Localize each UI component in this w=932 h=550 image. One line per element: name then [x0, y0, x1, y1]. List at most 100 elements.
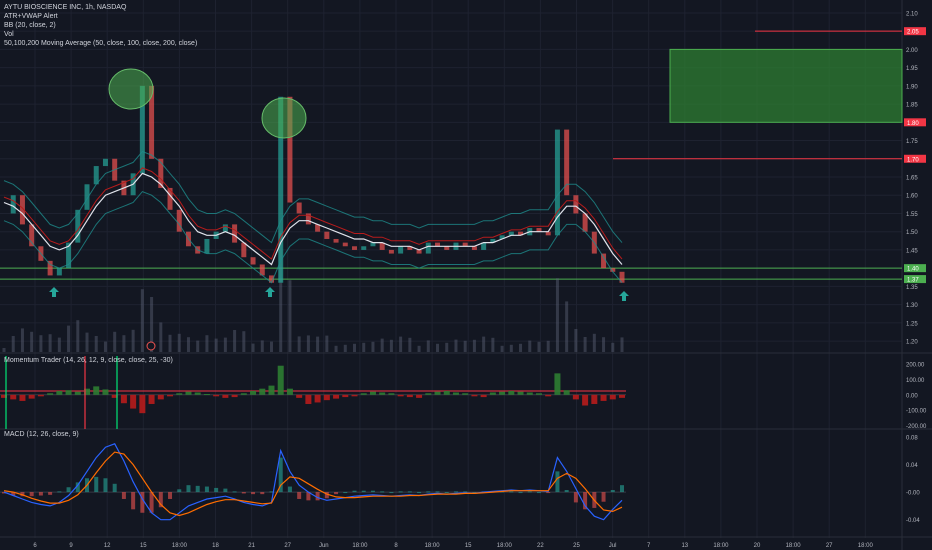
- time-tick-label: 18: [212, 543, 219, 549]
- volume-bar: [288, 280, 292, 352]
- volume-bar: [306, 335, 310, 352]
- macd-histogram-bar: [453, 491, 458, 493]
- momentum-bar: [240, 393, 247, 395]
- momentum-bar: [56, 390, 63, 395]
- volume-bar: [537, 341, 541, 352]
- macd-histogram-bar: [186, 485, 191, 493]
- time-tick-label: 18:00: [497, 543, 513, 549]
- momentum-bar: [351, 394, 358, 397]
- time-tick-label: 18:00: [425, 543, 441, 549]
- momentum-bar: [28, 394, 35, 399]
- earnings-marker: [146, 341, 156, 351]
- volume-bar: [620, 337, 624, 352]
- macd-histogram-bar: [297, 492, 302, 499]
- volume-bar: [426, 340, 430, 352]
- price-tick-label: 1.20: [906, 340, 918, 346]
- time-tick-label: 15: [140, 543, 147, 549]
- chart-canvas[interactable]: 1.20 1.25 1.30 1.35 1.40 1.45 1.50 1.55 1.60 1.65…: [0, 0, 932, 550]
- momentum-bar: [74, 391, 81, 395]
- time-tick-label: 18:00: [172, 543, 188, 549]
- candle: [425, 242, 431, 254]
- momentum-bar: [600, 394, 607, 401]
- macd-histogram-bar: [389, 492, 394, 494]
- macd-tick-label: -0.00: [906, 491, 920, 497]
- price-tick-label: 1.95: [906, 66, 918, 72]
- volume-bar: [380, 338, 384, 352]
- macd-histogram-bar: [29, 492, 34, 497]
- candle: [573, 195, 579, 214]
- macd-histogram-bar: [287, 486, 292, 493]
- macd-pane-label[interactable]: MACD (12, 26, close, 9): [4, 431, 79, 438]
- candle: [564, 129, 570, 196]
- momentum-bar: [296, 394, 303, 398]
- momentum-bar: [139, 394, 146, 414]
- momentum-bar: [545, 394, 552, 397]
- volume-bar: [325, 335, 329, 352]
- momentum-tick-label: 200.00: [906, 363, 925, 369]
- momentum-bar: [360, 393, 367, 395]
- legend-bb[interactable]: BB (20, close, 2): [4, 21, 197, 30]
- macd-histogram-bar: [177, 489, 182, 493]
- macd-histogram-bar: [94, 476, 99, 493]
- volume-bar: [242, 331, 246, 352]
- momentum-bar: [517, 391, 524, 395]
- price-tick-label: 1.60: [906, 194, 918, 200]
- momentum-bar: [489, 392, 496, 395]
- volume-bar: [205, 335, 209, 352]
- volume-bar: [20, 328, 24, 352]
- time-tick-label: 18:00: [858, 543, 874, 549]
- momentum-pane-label[interactable]: Momentum Trader (14, 26, 12, 9, close, c…: [4, 357, 173, 364]
- volume-bar: [159, 322, 163, 352]
- legend-moving-average[interactable]: 50,100,200 Moving Average (50, close, 10…: [4, 39, 197, 48]
- volume-bar: [343, 344, 347, 352]
- time-tick-label: 25: [573, 543, 580, 549]
- volume-bar: [39, 335, 43, 352]
- momentum-bar: [425, 393, 432, 395]
- volume-bar: [48, 334, 52, 352]
- volume-bar: [583, 337, 587, 352]
- macd-histogram-bar: [370, 490, 375, 493]
- volume-bar: [269, 341, 273, 352]
- momentum-bar: [452, 392, 459, 395]
- momentum-bar: [406, 394, 413, 398]
- momentum-bar: [314, 394, 321, 403]
- momentum-bar: [37, 394, 44, 397]
- momentum-bar: [286, 388, 293, 395]
- macd-histogram-bar: [168, 492, 173, 499]
- candle: [352, 246, 358, 250]
- volume-bar: [408, 337, 412, 352]
- candle: [204, 238, 210, 254]
- candle: [342, 242, 348, 247]
- volume-bar: [85, 332, 89, 352]
- time-tick-label: 18:00: [713, 543, 729, 549]
- momentum-bar: [388, 393, 395, 395]
- candle: [56, 268, 62, 276]
- momentum-bar: [434, 391, 441, 395]
- macd-histogram-bar: [241, 492, 246, 494]
- volume-bar: [113, 331, 117, 352]
- macd-histogram-bar: [57, 491, 62, 493]
- momentum-bar: [157, 394, 164, 400]
- volume-bar: [500, 345, 504, 352]
- symbol-title[interactable]: AYTU BIOSCIENCE INC, 1h, NASDAQ: [4, 3, 197, 12]
- volume-bar: [417, 345, 421, 352]
- momentum-bar: [120, 394, 127, 404]
- macd-histogram-bar: [620, 485, 624, 493]
- volume-bar: [233, 330, 237, 352]
- target-zone: [669, 48, 903, 123]
- macd-histogram-bar: [527, 491, 532, 493]
- momentum-bar: [462, 393, 469, 395]
- price-tick-label: 1.30: [906, 303, 918, 309]
- momentum-bar: [563, 390, 570, 395]
- volume-bar: [472, 339, 476, 352]
- volume-bar: [555, 278, 559, 352]
- time-tick-label: Jul: [609, 543, 617, 549]
- legend-vol[interactable]: Vol: [4, 30, 197, 39]
- macd-histogram-bar: [536, 492, 541, 494]
- legend-atr-vwap[interactable]: ATR+VWAP Alert: [4, 12, 197, 21]
- candle: [388, 249, 394, 254]
- macd-histogram-bar: [444, 492, 449, 494]
- time-tick-label: 18:00: [786, 543, 802, 549]
- momentum-bar: [526, 392, 533, 395]
- macd-histogram-bar: [601, 492, 606, 502]
